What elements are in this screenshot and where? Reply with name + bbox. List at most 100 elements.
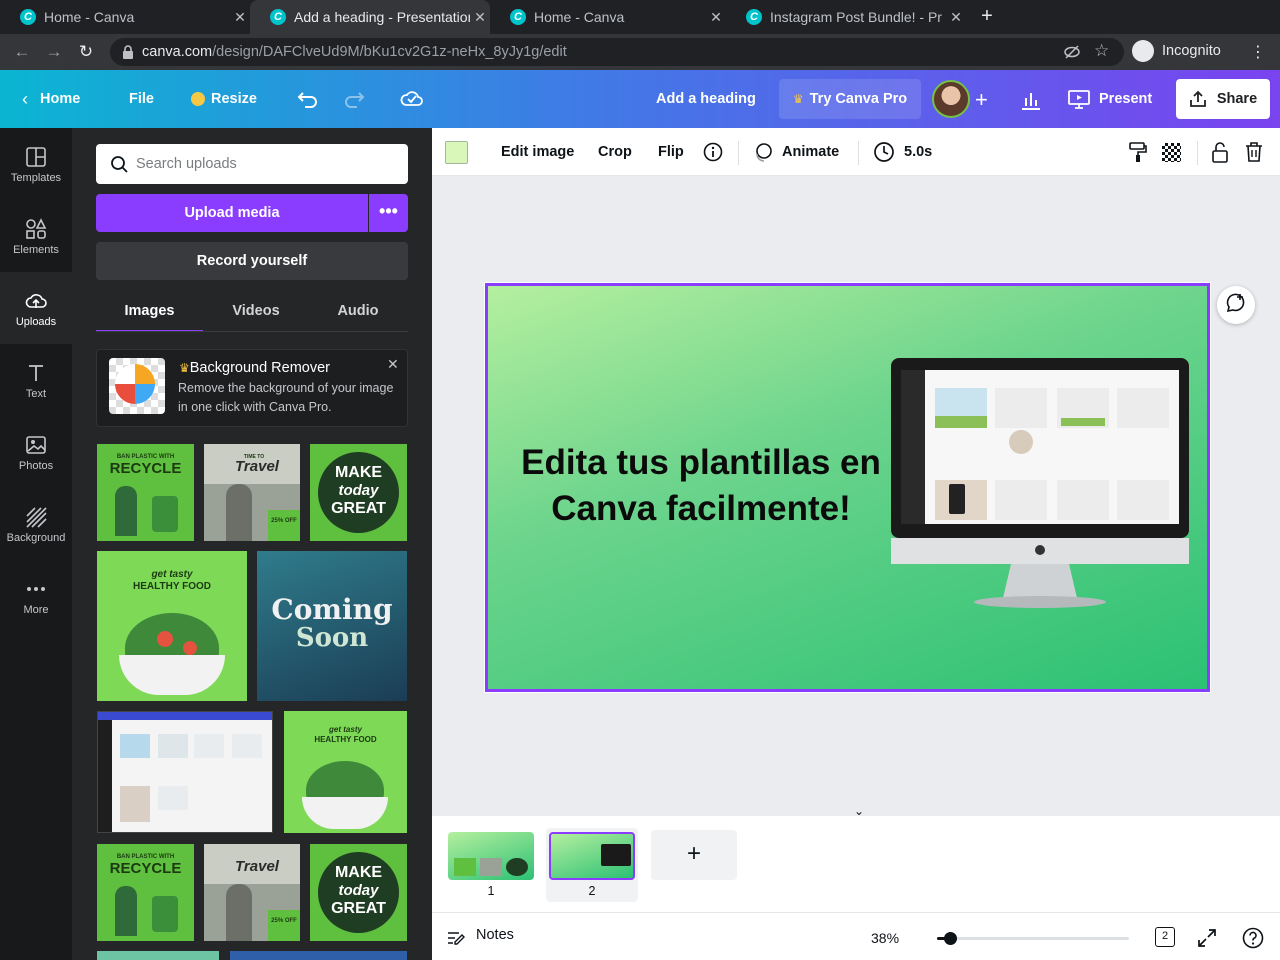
upload-thumb-recycle[interactable]: BAN PLASTIC WITH RECYCLE bbox=[97, 444, 194, 541]
browser-addressbar: ← → ↻ canva.com/design/DAFClveUd9M/bKu1c… bbox=[0, 34, 1280, 70]
forward-arrow-icon[interactable]: → bbox=[44, 42, 64, 62]
toolbar-divider bbox=[858, 141, 859, 165]
new-tab-button[interactable]: + bbox=[976, 5, 998, 27]
thumb-image bbox=[120, 786, 150, 822]
thumb-text: Coming bbox=[271, 593, 393, 626]
upload-thumb-healthy-food[interactable]: get tasty HEALTHY FOOD bbox=[97, 551, 247, 701]
bookmark-star-icon[interactable]: ☆ bbox=[1094, 41, 1109, 61]
edit-image-button[interactable]: Edit image bbox=[501, 128, 574, 176]
incognito-badge[interactable]: Incognito bbox=[1132, 40, 1221, 62]
upload-thumb-partial[interactable] bbox=[230, 951, 407, 960]
share-upload-icon bbox=[1189, 90, 1206, 107]
rail-item-photos[interactable]: Photos bbox=[0, 416, 72, 488]
upload-thumb-make-today-great[interactable]: MAKE today GREAT bbox=[310, 444, 407, 541]
rail-item-templates[interactable]: Templates bbox=[0, 128, 72, 200]
add-comment-button[interactable] bbox=[1217, 286, 1255, 324]
rail-item-uploads[interactable]: Uploads bbox=[0, 272, 72, 344]
monitor-mockup-image[interactable] bbox=[891, 358, 1191, 610]
try-canva-pro-button[interactable]: ♛ Try Canva Pro bbox=[779, 79, 921, 119]
close-tab-icon[interactable]: ✕ bbox=[230, 9, 250, 26]
url-bar[interactable]: canva.com/design/DAFClveUd9M/bKu1cv2G1z-… bbox=[110, 38, 1124, 66]
flip-button[interactable]: Flip bbox=[658, 128, 684, 176]
present-button[interactable]: Present bbox=[1068, 70, 1152, 128]
upload-thumb-travel[interactable]: TIME TO Travel 25% OFF bbox=[204, 444, 300, 541]
add-collaborator-icon[interactable]: + bbox=[975, 87, 988, 113]
transparency-icon[interactable] bbox=[1162, 143, 1181, 162]
zoom-slider[interactable] bbox=[937, 932, 1129, 945]
tab-audio[interactable]: Audio bbox=[316, 296, 400, 332]
close-tab-icon[interactable]: ✕ bbox=[946, 9, 966, 26]
upload-thumb-make-today-great-2[interactable]: MAKE today GREAT bbox=[310, 844, 407, 941]
browser-tab-presentation[interactable]: C Add a heading - Presentation ✕ bbox=[250, 0, 490, 34]
close-tab-icon[interactable]: ✕ bbox=[706, 9, 726, 26]
notes-button[interactable]: Notes bbox=[476, 927, 514, 943]
salad-bowl bbox=[119, 655, 225, 695]
slide-heading[interactable]: Edita tus plantillas en Canva facilmente… bbox=[500, 440, 902, 532]
rail-item-more[interactable]: More bbox=[0, 560, 72, 632]
thumb-image bbox=[232, 734, 262, 758]
browser-tab-home[interactable]: C Home - Canva ✕ bbox=[0, 0, 250, 34]
background-remover-promo[interactable]: ♛Background Remover Remove the backgroun… bbox=[96, 349, 408, 427]
rail-item-elements[interactable]: Elements bbox=[0, 200, 72, 272]
help-icon[interactable] bbox=[1242, 927, 1264, 949]
upload-thumb-partial[interactable] bbox=[97, 951, 219, 960]
record-yourself-label: Record yourself bbox=[196, 253, 308, 269]
fullscreen-icon[interactable] bbox=[1197, 928, 1217, 948]
tab-images[interactable]: Images bbox=[96, 296, 203, 332]
chevron-left-icon: ‹ bbox=[22, 88, 28, 109]
duration-button[interactable]: 5.0s bbox=[873, 128, 932, 176]
tab-videos[interactable]: Videos bbox=[212, 296, 300, 332]
animate-button[interactable]: Animate bbox=[752, 128, 839, 176]
redo-icon[interactable] bbox=[343, 89, 365, 109]
back-arrow-icon[interactable]: ← bbox=[12, 42, 32, 62]
thumb-badge: 25% OFF bbox=[268, 510, 300, 541]
page-number: 1 bbox=[487, 884, 495, 898]
upload-more-options-button[interactable]: ••• bbox=[369, 194, 408, 232]
avatar[interactable] bbox=[932, 80, 970, 118]
trash-icon[interactable] bbox=[1245, 141, 1263, 163]
search-input[interactable] bbox=[136, 144, 396, 184]
info-icon[interactable] bbox=[703, 142, 723, 162]
eye-off-icon[interactable] bbox=[1064, 44, 1080, 60]
mini-monitor bbox=[601, 844, 631, 866]
home-button[interactable]: ‹ Home bbox=[22, 70, 80, 128]
upload-thumb-travel-2[interactable]: Travel 25% OFF bbox=[204, 844, 300, 941]
upload-thumb-screenshot[interactable] bbox=[97, 711, 273, 833]
add-page-button[interactable]: + bbox=[651, 830, 737, 880]
crop-button[interactable]: Crop bbox=[598, 128, 632, 176]
close-icon[interactable]: ✕ bbox=[387, 356, 399, 373]
rail-item-text[interactable]: Text bbox=[0, 344, 72, 416]
upload-thumb-recycle-2[interactable]: BAN PLASTIC WITH RECYCLE bbox=[97, 844, 194, 941]
resize-button[interactable]: Resize bbox=[191, 70, 257, 128]
thumb-text: HEALTHY FOOD bbox=[133, 581, 211, 592]
upload-thumb-healthy-food-2[interactable]: get tasty HEALTHY FOOD bbox=[284, 711, 407, 833]
thumb-text: GREAT bbox=[331, 900, 386, 917]
mini-tile bbox=[480, 858, 502, 876]
zoom-slider-knob[interactable] bbox=[944, 932, 958, 945]
browser-tab-instagram[interactable]: C Instagram Post Bundle! - Pr ✕ bbox=[726, 0, 966, 34]
paint-roller-icon[interactable] bbox=[1128, 141, 1148, 163]
page-thumb-2[interactable] bbox=[549, 832, 635, 880]
color-swatch[interactable] bbox=[445, 141, 468, 164]
home-label: Home bbox=[40, 91, 81, 107]
upload-thumb-coming-soon[interactable]: Coming Soon bbox=[257, 551, 407, 701]
rail-item-background[interactable]: Background bbox=[0, 488, 72, 560]
design-title[interactable]: Add a heading bbox=[656, 70, 756, 128]
unlock-icon[interactable] bbox=[1211, 141, 1229, 163]
record-yourself-button[interactable]: Record yourself bbox=[96, 242, 408, 280]
thumb-text: GREAT bbox=[331, 500, 386, 517]
file-menu-button[interactable]: File bbox=[129, 70, 154, 128]
reload-icon[interactable]: ↻ bbox=[76, 42, 96, 62]
share-button[interactable]: Share bbox=[1176, 79, 1270, 119]
undo-icon[interactable] bbox=[297, 89, 319, 109]
browser-menu-icon[interactable]: ⋮ bbox=[1250, 42, 1266, 62]
page-count-button[interactable]: 2 bbox=[1155, 927, 1175, 947]
page-thumb-1[interactable] bbox=[448, 832, 534, 880]
insights-chart-icon[interactable] bbox=[1020, 90, 1042, 110]
slide[interactable]: Edita tus plantillas en Canva facilmente… bbox=[484, 282, 1211, 693]
zoom-level[interactable]: 38% bbox=[871, 930, 899, 946]
cloud-saved-icon[interactable] bbox=[400, 88, 424, 108]
upload-media-button[interactable]: Upload media bbox=[96, 194, 368, 232]
browser-tab-home-2[interactable]: C Home - Canva ✕ bbox=[490, 0, 726, 34]
close-tab-icon[interactable]: ✕ bbox=[470, 9, 490, 26]
